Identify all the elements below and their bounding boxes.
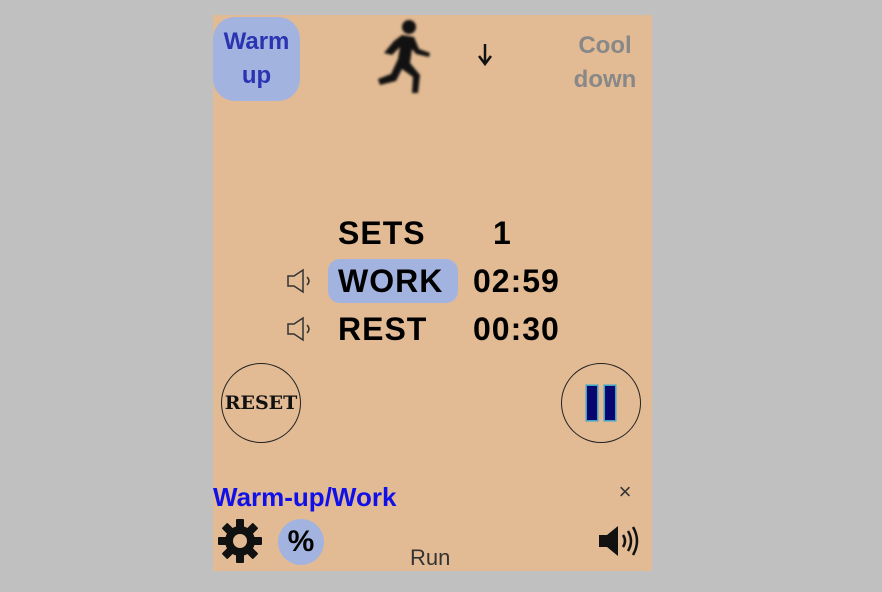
work-label[interactable]: WORK xyxy=(338,261,443,301)
pause-button[interactable] xyxy=(561,363,641,443)
cooldown-label-line1: Cool xyxy=(578,32,632,59)
percent-button[interactable]: % xyxy=(278,519,324,565)
warmup-button[interactable]: Warm up xyxy=(213,17,300,101)
mode-title: Warm-up/Work xyxy=(213,482,397,512)
warmup-label-line2: up xyxy=(241,62,272,89)
reset-label: RESET xyxy=(224,392,298,414)
close-icon[interactable]: × xyxy=(615,481,635,503)
rest-sound-icon[interactable] xyxy=(285,316,317,342)
warmup-label-line1: Warm xyxy=(223,28,290,55)
gear-icon[interactable] xyxy=(217,518,263,564)
work-sound-icon[interactable] xyxy=(285,268,317,294)
interval-timer-app: Warm up Cool down SETS 1 WORK 02:59 REST… xyxy=(213,15,652,571)
cooldown-label-line2: down xyxy=(573,66,637,93)
reset-button[interactable]: RESET xyxy=(221,363,301,443)
percent-label: % xyxy=(287,525,315,558)
rest-value[interactable]: 00:30 xyxy=(473,309,560,349)
rest-label[interactable]: REST xyxy=(338,309,427,349)
cooldown-button[interactable]: Cool down xyxy=(565,29,645,97)
pause-icon xyxy=(587,386,615,420)
sets-value[interactable]: 1 xyxy=(493,213,512,253)
sets-label: SETS xyxy=(338,215,426,251)
volume-icon[interactable] xyxy=(597,523,641,559)
runner-icon xyxy=(378,20,430,93)
work-value[interactable]: 02:59 xyxy=(473,261,560,301)
status-text: Run xyxy=(410,545,451,570)
down-arrow-icon xyxy=(478,44,492,67)
